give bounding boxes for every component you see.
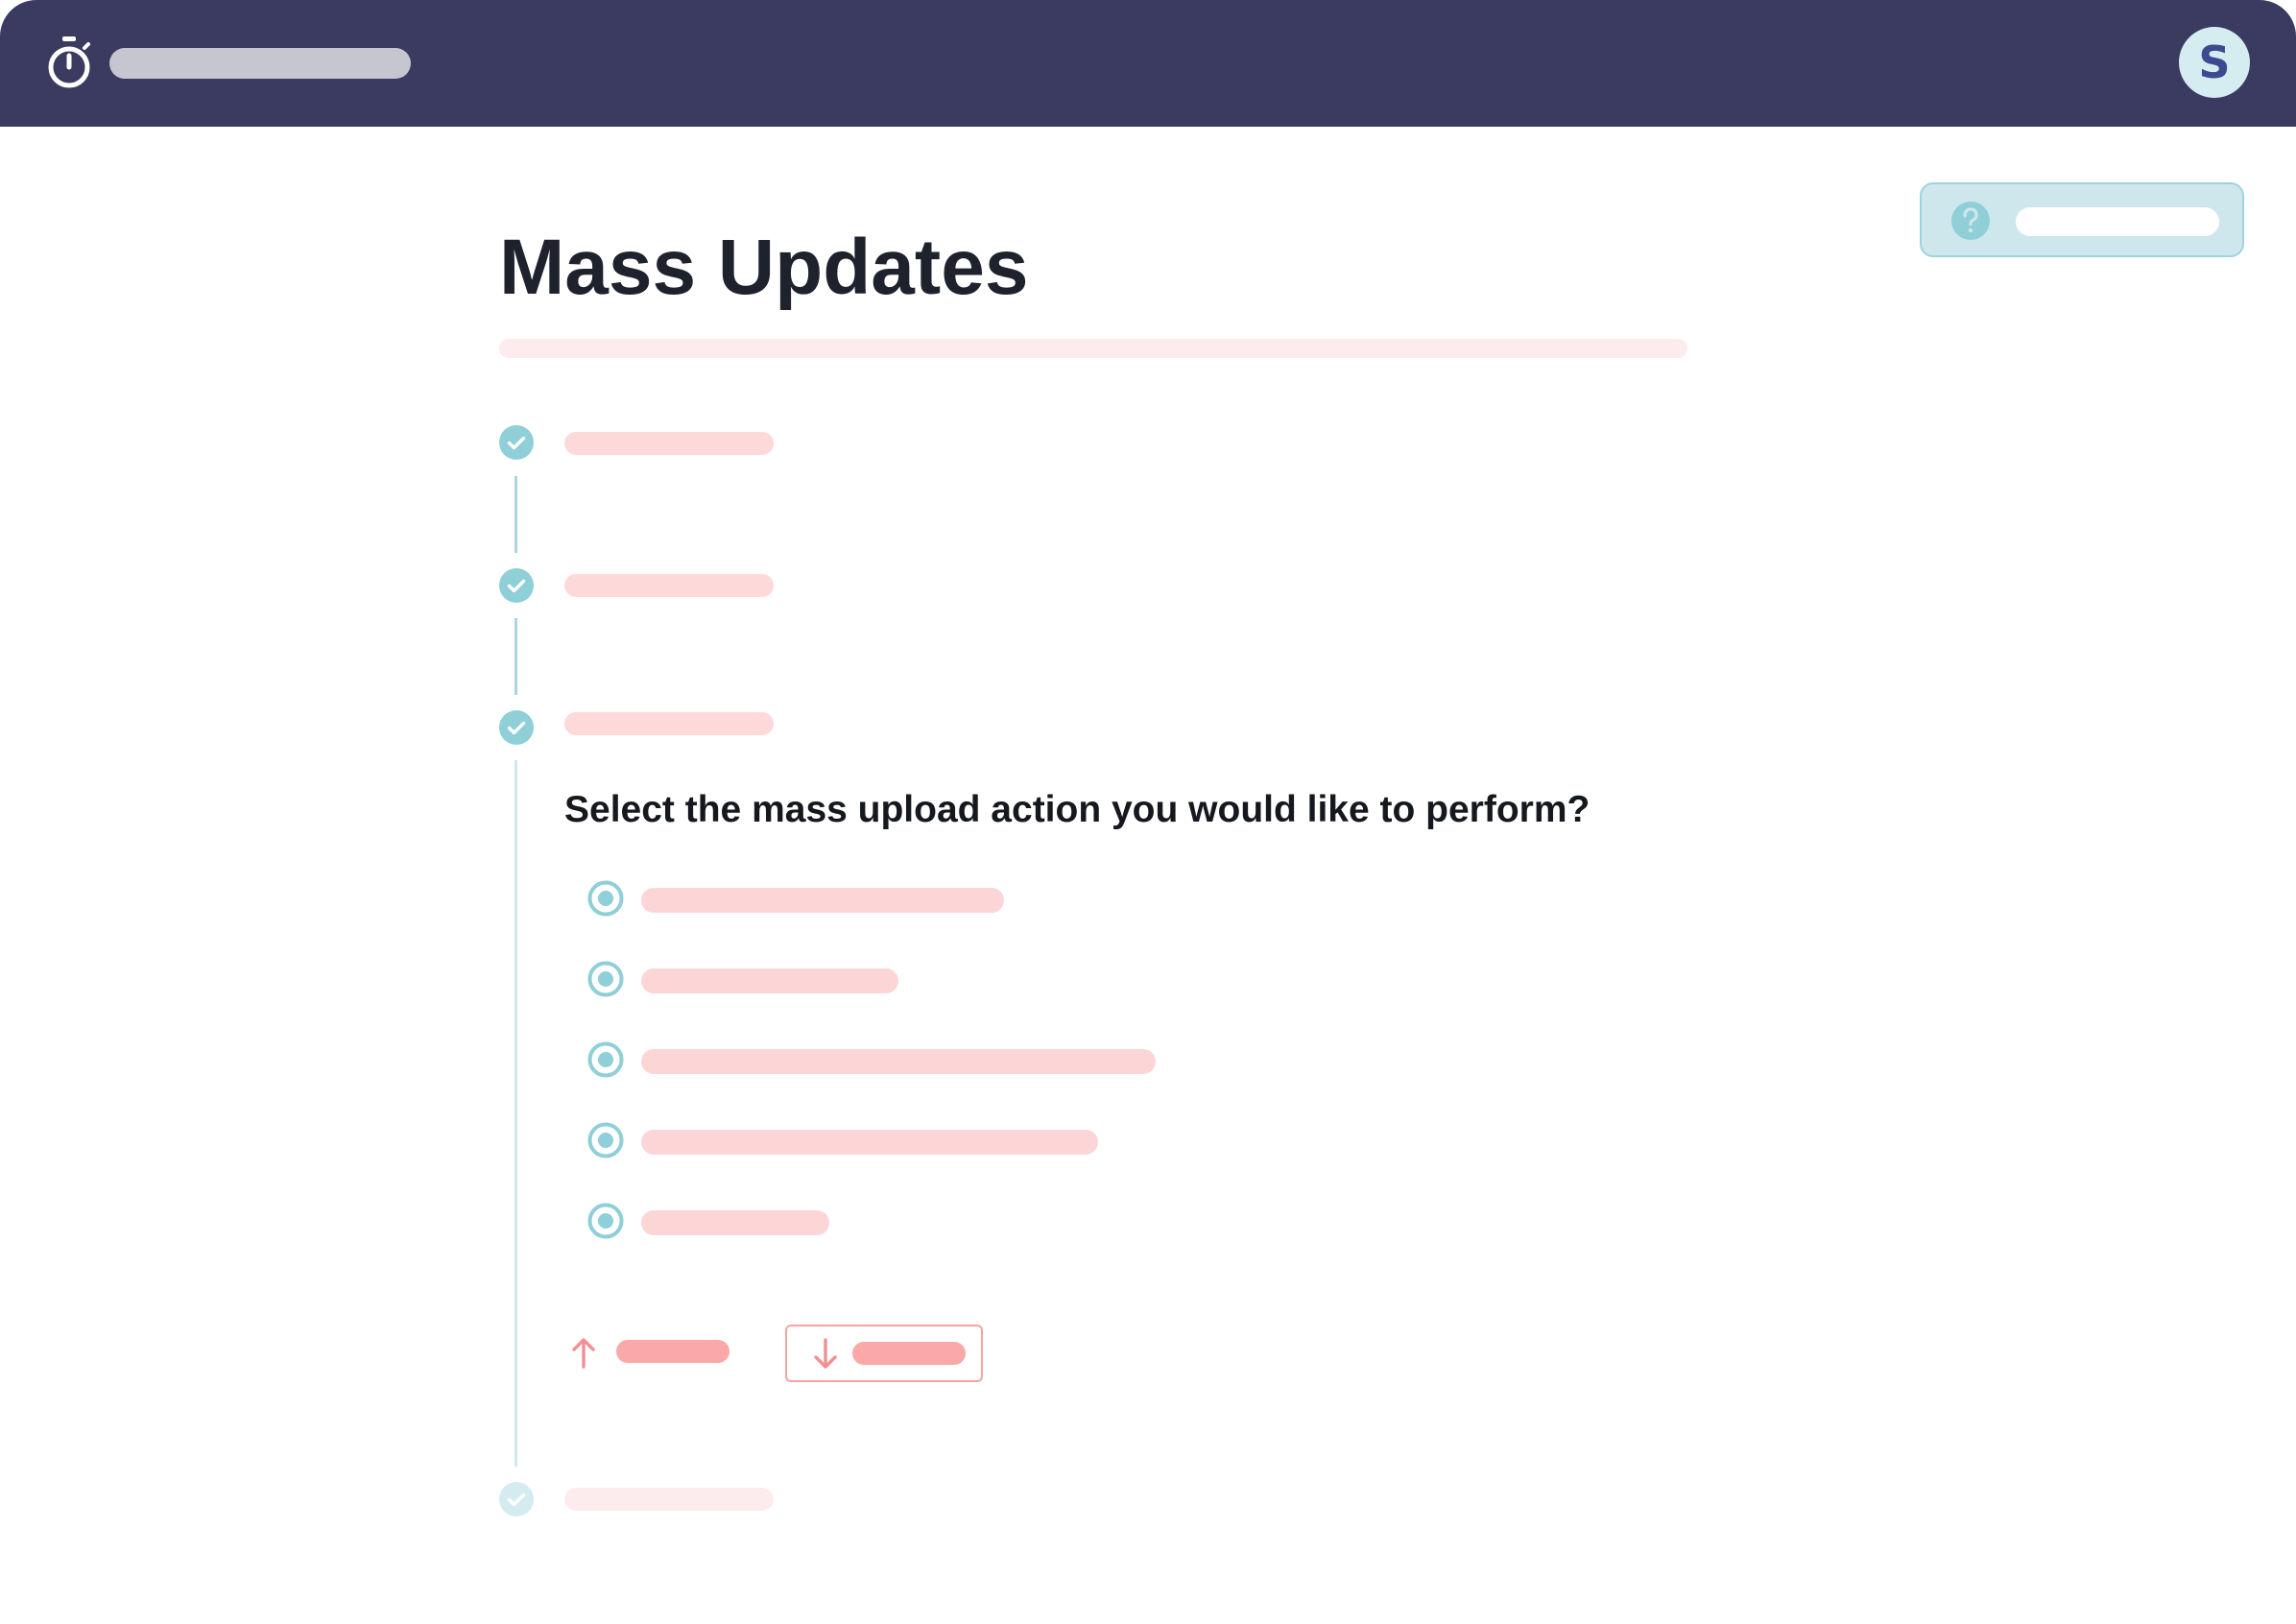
top-bar: S [0,0,2296,127]
radio-icon[interactable] [587,961,624,997]
step-connector [514,618,517,695]
upload-button[interactable] [566,1323,735,1380]
check-circle-icon [499,710,534,745]
stopwatch-icon [48,36,90,88]
check-circle-icon [499,1482,534,1517]
option-label-placeholder[interactable] [641,1049,1156,1074]
radio-icon[interactable] [587,880,624,917]
option-label-placeholder[interactable] [641,1210,829,1235]
arrow-down-icon [814,1338,837,1369]
page-subtitle-placeholder [499,339,1687,358]
help-label-placeholder [2016,207,2219,236]
radio-icon[interactable] [587,1203,624,1239]
step-3-label-placeholder[interactable] [564,712,774,735]
step-question: Select the mass upload action you would … [564,789,1590,830]
question-circle-icon [1951,202,1990,240]
option-label-placeholder[interactable] [641,968,898,993]
help-button[interactable] [1920,182,2244,257]
app-window: S Mass Updates Select the mass upload ac… [0,0,2296,1624]
page-title: Mass Updates [499,224,1029,311]
option-label-placeholder[interactable] [641,888,1004,913]
step-connector [514,476,517,553]
step-2-label-placeholder[interactable] [564,574,774,597]
radio-icon[interactable] [587,1122,624,1158]
download-label-placeholder [852,1342,966,1365]
app-title-placeholder [109,48,411,79]
option-label-placeholder[interactable] [641,1130,1098,1155]
check-circle-icon [499,568,534,603]
check-circle-icon [499,425,534,460]
upload-label-placeholder [616,1340,729,1363]
step-4-label-placeholder[interactable] [564,1488,774,1511]
user-avatar[interactable]: S [2179,27,2250,98]
step-1-label-placeholder[interactable] [564,432,774,455]
arrow-up-icon [572,1338,595,1369]
step-connector [514,760,517,1467]
download-button[interactable] [785,1325,983,1382]
radio-icon[interactable] [587,1041,624,1078]
